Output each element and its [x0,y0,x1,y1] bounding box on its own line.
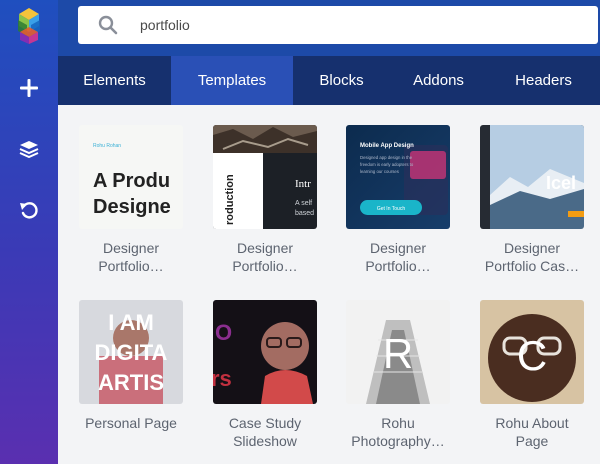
thumb-text: based [295,210,314,217]
template-thumbnail[interactable]: I AM DIGITA ARTIS [79,300,183,404]
template-caption-line2: Portfolio… [365,258,431,274]
template-caption-line2: Slideshow [233,433,297,449]
search-box[interactable] [78,6,598,44]
thumb-text: Get In Touch [377,206,405,212]
template-caption-line1: Designer [369,240,427,256]
template-thumbnail[interactable]: roduction Intr A self based [213,125,317,229]
thumb-text: learning our courses [360,169,399,174]
template-caption-line1: Designer [236,240,294,256]
template-caption-line1: Designer [503,240,561,256]
tab-elements[interactable]: Elements [58,56,171,105]
thumb-text: Rohu Rohan [93,143,121,149]
template-caption-line1: Personal Page [85,415,177,431]
thumb-text: rs [213,366,232,391]
search-icon [98,15,118,35]
template-thumbnail[interactable]: Icel [480,125,584,229]
layers-icon[interactable] [9,129,49,169]
thumb-text: Intr [295,178,311,190]
template-card[interactable]: I AM DIGITA ARTIS Personal Page [79,300,183,432]
search-input[interactable] [140,6,570,44]
left-rail [0,0,58,464]
template-thumbnail[interactable]: Rohu Rohan A Produ Designe [79,125,183,229]
template-caption-line1: Designer [102,240,160,256]
template-caption-line1: Rohu [381,415,415,431]
template-thumbnail[interactable]: C [480,300,584,404]
template-thumbnail[interactable]: R [346,300,450,404]
thumb-text: A self [295,200,312,207]
template-caption-line1: Rohu About [495,415,569,431]
tab-templates[interactable]: Templates [171,56,293,105]
thumb-text: Mobile App Design [360,143,414,149]
thumb-text: DIGITA [95,340,168,365]
template-card[interactable]: Icel Designer Portfolio Cas… [480,125,584,275]
tab-addons[interactable]: Addons [390,56,487,105]
thumb-text: R [383,330,413,377]
template-caption-line2: Portfolio… [232,258,298,274]
undo-icon[interactable] [9,190,49,230]
thumb-text: ARTIS [98,370,164,395]
template-card[interactable]: R Rohu Photography… [346,300,450,450]
template-caption-line2: Portfolio Cas… [484,258,580,274]
template-card[interactable]: C Rohu About Page [480,300,584,450]
template-caption-line2: Portfolio… [98,258,164,274]
tab-blocks[interactable]: Blocks [293,56,390,105]
template-thumbnail[interactable]: Mobile App Design Designed app design in… [346,125,450,229]
top-bar [58,0,600,56]
tab-bar: Elements Templates Blocks Addons Headers [58,56,600,105]
plus-icon[interactable] [9,68,49,108]
thumb-text: Icel [546,173,576,193]
template-card[interactable]: O rs Case Study Slideshow [213,300,317,450]
thumb-text: Designe [93,196,171,218]
template-card[interactable]: Rohu Rohan A Produ Designe Designer Port… [79,125,183,275]
tab-headers[interactable]: Headers [487,56,600,105]
thumb-text: A Produ [93,170,170,192]
template-thumbnail[interactable]: O rs [213,300,317,404]
thumb-text: roduction [224,174,236,225]
template-caption-line1: Case Study [228,415,302,431]
template-caption-line2: Photography… [351,433,445,449]
thumb-text: C [517,332,547,379]
template-caption-line2: Page [515,433,549,449]
thumb-text: I AM [108,310,154,335]
cube-logo-icon[interactable] [7,6,51,46]
thumb-text: O [215,320,232,345]
thumb-text: freedom is early adopters to [360,162,414,167]
template-card[interactable]: Mobile App Design Designed app design in… [346,125,450,275]
template-card[interactable]: roduction Intr A self based Designer Por… [213,125,317,275]
thumb-text: Designed app design in the [360,155,413,160]
templates-grid: Rohu Rohan A Produ Designe Designer Port… [58,105,600,464]
